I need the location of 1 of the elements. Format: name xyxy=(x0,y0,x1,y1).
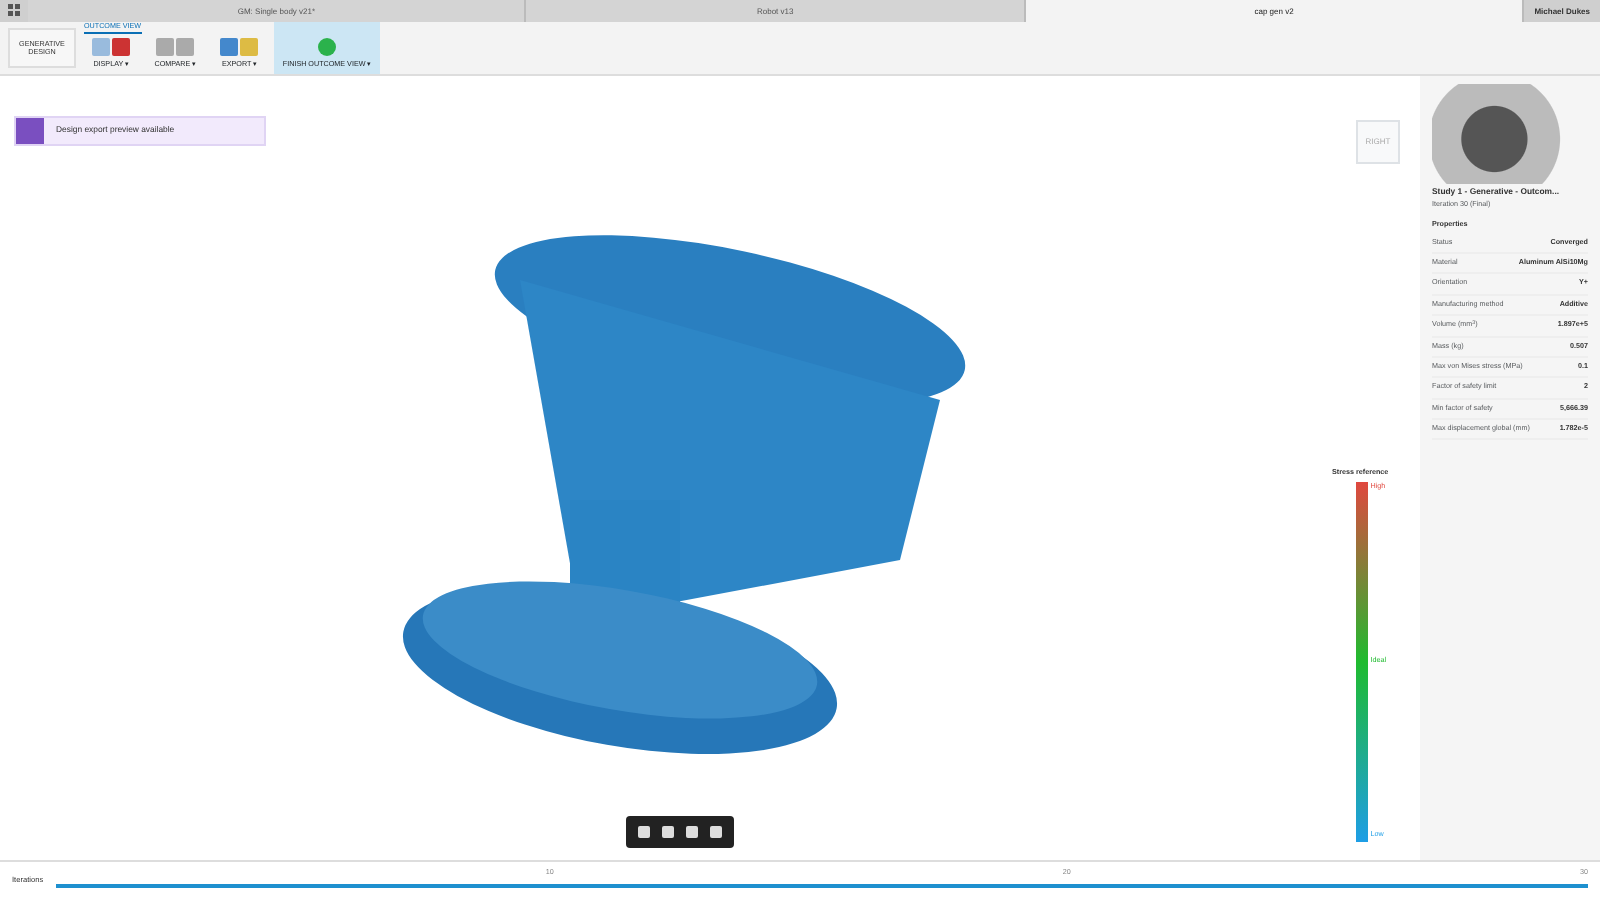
grid-icon[interactable] xyxy=(8,4,20,16)
